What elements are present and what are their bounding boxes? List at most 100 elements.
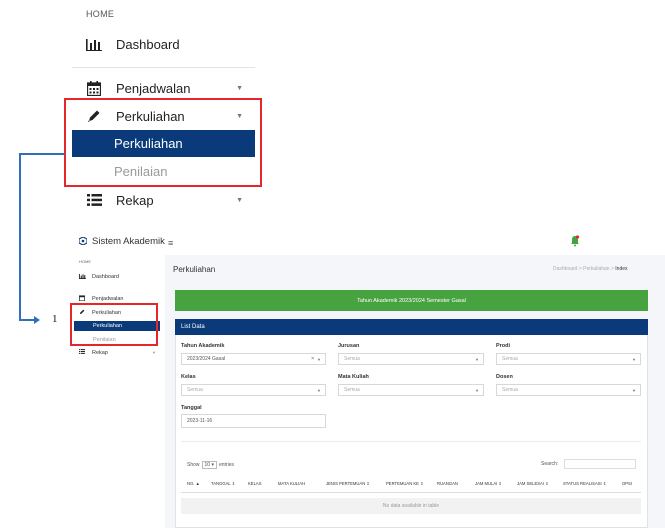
breadcrumb-index: Index — [615, 266, 628, 272]
connector-line-bottom — [19, 319, 35, 321]
sidebar-penjadwalan-label: Penjadwalan — [92, 295, 124, 302]
kelas-label: Kelas — [181, 374, 196, 380]
dosen-select[interactable]: Semua ▼ — [496, 384, 641, 396]
brand-logo-icon — [78, 235, 88, 247]
hamburger-menu-icon[interactable]: ≡ — [168, 238, 173, 248]
column-header-label: OPSI — [622, 481, 633, 486]
entries-label: entries — [218, 462, 234, 468]
column-header-label: JAM SELESAI — [517, 481, 544, 486]
entries-value: 10 — [204, 462, 211, 468]
column-header[interactable]: PERTEMUAN KE ⇕ — [386, 481, 424, 486]
entries-select[interactable]: 10 ▾ — [201, 461, 217, 469]
mata-kuliah-value: Semua — [344, 387, 360, 393]
sidebar-home-heading: HOME — [79, 259, 91, 264]
column-header-label: PERTEMUAN KE — [386, 481, 419, 486]
dosen-value: Semua — [502, 387, 518, 393]
zoom-penjadwalan-label: Penjadwalan — [116, 80, 191, 96]
page-title: Perkuliahan — [173, 265, 216, 274]
sidebar-highlight-box — [70, 303, 158, 346]
column-header[interactable]: NO. ▲ — [187, 481, 200, 486]
column-header[interactable]: JAM MULAI ⇕ — [475, 481, 502, 486]
column-header[interactable]: STATUS REALISASI ⇕ — [563, 481, 606, 486]
tanggal-label: Tanggal — [181, 405, 202, 411]
column-header-label: TANGGAL — [211, 481, 231, 486]
column-header[interactable]: JENIS PERTEMUAN ⇕ — [326, 481, 370, 486]
prodi-value: Semua — [502, 356, 518, 362]
jurusan-label: Jurusan — [338, 343, 360, 349]
app-brand[interactable]: Sistem Akademik — [78, 235, 165, 247]
zoom-sidebar-item-dashboard[interactable]: Dashboard — [72, 30, 255, 58]
column-header-label: JAM MULAI — [475, 481, 498, 486]
sidebar-item-dashboard[interactable]: Dashboard — [74, 271, 160, 282]
breadcrumb-perkuliahan[interactable]: Perkuliahan — [583, 266, 609, 272]
connector-line-vertical — [19, 153, 21, 321]
chevron-down-icon: ▼ — [236, 84, 243, 92]
callout-number: 1 — [52, 313, 58, 325]
breadcrumb: Dashboard > Perkuliahan > Index — [553, 266, 628, 272]
chevron-down-icon: ▼ — [475, 356, 479, 362]
chevron-down-icon: ▼ — [632, 387, 636, 393]
dosen-label: Dosen — [496, 374, 513, 380]
sidebar-rekap-label: Rekap — [92, 349, 108, 356]
chevron-down-icon: ▼ — [152, 350, 156, 355]
column-header[interactable]: JAM SELESAI ⇕ — [517, 481, 549, 486]
chevron-down-icon: ▼ — [317, 387, 321, 393]
column-header-label: MATA KULIAH — [278, 481, 306, 486]
chevron-down-icon: ▼ — [317, 356, 321, 362]
list-icon — [78, 349, 86, 356]
zoom-dashboard-label: Dashboard — [116, 36, 180, 52]
table-header-divider — [181, 492, 641, 493]
jurusan-select[interactable]: Semua ▼ — [338, 353, 484, 365]
bar-chart-icon — [84, 34, 104, 54]
prodi-select[interactable]: Semua ▼ — [496, 353, 641, 365]
show-label: Show — [187, 462, 200, 468]
zoom-highlight-box — [64, 98, 262, 187]
tahun-akademik-label: Tahun Akademik — [181, 343, 225, 349]
zoom-divider — [72, 67, 255, 68]
search-input[interactable] — [564, 459, 636, 469]
bar-chart-icon — [78, 273, 86, 281]
sidebar-dashboard-label: Dashboard — [92, 273, 119, 280]
kelas-select[interactable]: Semua ▼ — [181, 384, 326, 396]
column-header-label: STATUS REALISASI — [563, 481, 602, 486]
notification-bell-icon[interactable] — [570, 234, 580, 247]
mata-kuliah-select[interactable]: Semua ▼ — [338, 384, 484, 396]
tanggal-value: 2023-11-16 — [187, 418, 213, 424]
sidebar-item-rekap[interactable]: Rekap ▼ — [74, 347, 160, 358]
mata-kuliah-label: Mata Kuliah — [338, 374, 369, 380]
breadcrumb-dashboard[interactable]: Dashboard — [553, 266, 577, 272]
column-header[interactable]: KELAS — [248, 481, 262, 486]
column-header[interactable]: RUANGAN — [437, 481, 458, 486]
chevron-down-icon: ▼ — [632, 356, 636, 362]
academic-year-banner: Tahun Akademik 2023/2024 Semester Gasal — [175, 290, 648, 311]
column-header-label: JENIS PERTEMUAN — [326, 481, 366, 486]
column-header-label: RUANGAN — [437, 481, 458, 486]
column-header[interactable]: MATA KULIAH — [278, 481, 305, 486]
jurusan-value: Semua — [344, 356, 360, 362]
arrow-head-icon — [34, 316, 40, 324]
column-header[interactable]: TANGGAL ⇕ — [211, 481, 235, 486]
zoom-sidebar-item-rekap[interactable]: Rekap ▼ — [72, 186, 255, 214]
list-icon — [84, 190, 104, 210]
card-divider — [181, 441, 641, 442]
column-header-label: NO. — [187, 481, 195, 486]
tanggal-input[interactable]: 2023-11-16 — [181, 414, 326, 428]
calendar-icon — [78, 294, 86, 303]
kelas-value: Semua — [187, 387, 203, 393]
column-header-label: KELAS — [248, 481, 262, 486]
empty-table-row: No data available in table — [181, 498, 641, 514]
search-label: Search: — [541, 461, 559, 467]
column-header[interactable]: OPSI — [622, 481, 632, 486]
show-entries-control: Show 10 ▾ entries — [187, 461, 234, 469]
chevron-down-icon: ▼ — [236, 196, 243, 204]
clear-icon[interactable]: × — [311, 356, 314, 362]
zoom-rekap-label: Rekap — [116, 192, 154, 208]
connector-line-top — [19, 153, 65, 155]
tahun-akademik-value: 2023/2024 Gasal — [187, 356, 226, 362]
card-header: List Data — [175, 319, 648, 335]
chevron-down-icon: ▼ — [475, 387, 479, 393]
zoom-home-heading: HOME — [86, 9, 115, 19]
tahun-akademik-select[interactable]: 2023/2024 Gasal × ▼ — [181, 353, 326, 365]
brand-name: Sistem Akademik — [92, 236, 165, 247]
card-title: List Data — [181, 324, 205, 330]
